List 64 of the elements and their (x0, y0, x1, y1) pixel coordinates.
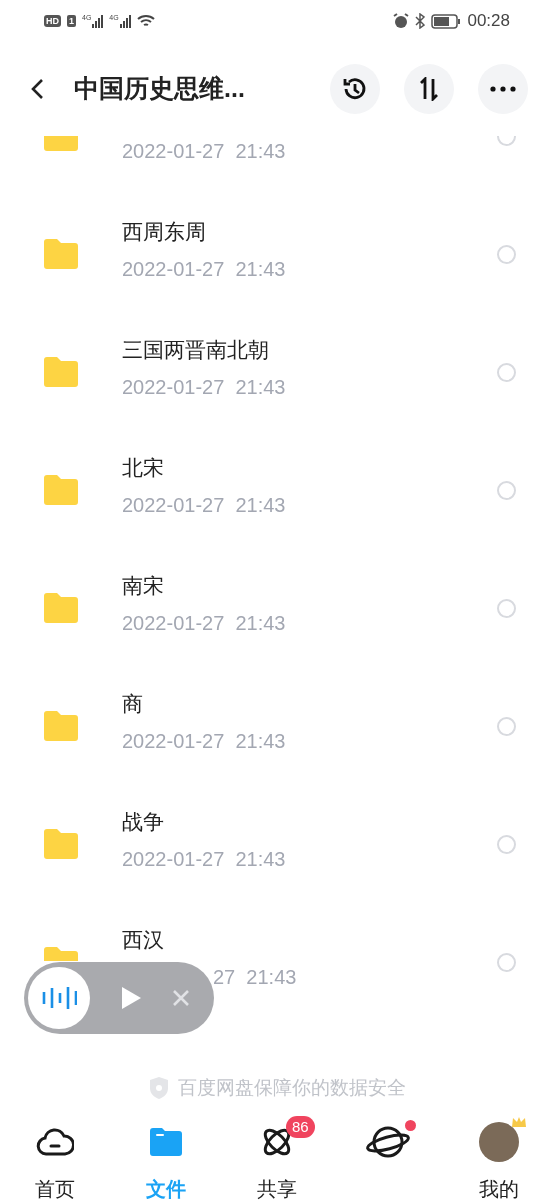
folder-name: 三国两晋南北朝 (122, 337, 270, 363)
nav-tab[interactable]: 首页 (0, 1116, 111, 1200)
nav-tab[interactable]: 86 共享 (221, 1116, 333, 1200)
bluetooth-icon (415, 13, 426, 29)
count-badge: 86 (286, 1116, 315, 1138)
modified-date: 2022-01-27 21:43 (122, 611, 286, 636)
more-icon (490, 86, 516, 92)
folder-icon (42, 828, 80, 860)
folder-name: 南宋 (122, 573, 165, 599)
folder-name: 商 (122, 691, 144, 717)
modified-date: 2022-01-27 21:43 (122, 375, 286, 400)
folder-name: 战争 (122, 809, 165, 835)
select-radio[interactable] (497, 598, 516, 618)
shield-icon (148, 1075, 170, 1100)
sort-button[interactable] (404, 64, 454, 114)
select-radio[interactable] (497, 362, 516, 382)
wifi-icon (136, 14, 155, 28)
modified-date: 2022-01-27 21:43 (122, 729, 286, 754)
file-row[interactable]: 三国两晋南北朝 2022-01-27 21:43 (0, 313, 554, 431)
modified-date: 2022-01-27 21:43 (122, 493, 286, 518)
play-button[interactable] (120, 985, 142, 1011)
history-button[interactable] (330, 64, 380, 114)
modified-date: 2022-01-27 21:43 (122, 139, 286, 164)
file-row[interactable]: 商 2022-01-27 21:43 (0, 667, 554, 785)
nav-tab[interactable]: 我的 (443, 1116, 554, 1200)
close-button[interactable] (172, 989, 190, 1007)
folder-icon (42, 238, 80, 270)
modified-date: 27 21:43 (213, 965, 297, 990)
page-title: 中国历史思维... (74, 73, 246, 105)
folder-icon (42, 474, 80, 506)
folder-name: 西汉 (122, 927, 165, 953)
folder-icon (42, 710, 80, 742)
folder-icon (42, 356, 80, 388)
play-icon (120, 985, 142, 1011)
voice-button[interactable] (28, 967, 90, 1029)
folder-name: 北宋 (122, 455, 165, 481)
select-radio[interactable] (497, 244, 516, 264)
waveform-icon (41, 985, 77, 1011)
modified-date: 2022-01-27 21:43 (122, 257, 286, 282)
planet-icon (365, 1124, 410, 1160)
modified-date: 2022-01-27 21:43 (122, 847, 286, 872)
file-row[interactable]: 北宋 2022-01-27 21:43 (0, 431, 554, 549)
select-radio[interactable] (497, 480, 516, 500)
file-row[interactable]: 南宋 2022-01-27 21:43 (0, 549, 554, 667)
more-button[interactable] (478, 64, 528, 114)
select-radio[interactable] (497, 716, 516, 736)
clock-time: 00:28 (467, 10, 510, 33)
sim-icon: 1 (67, 15, 76, 27)
folder-icon (149, 1127, 184, 1157)
file-row[interactable]: 西周东周 2022-01-27 21:43 (0, 195, 554, 313)
avatar-icon (478, 1122, 519, 1162)
select-radio[interactable] (497, 952, 516, 972)
select-radio[interactable] (497, 834, 516, 854)
file-row[interactable]: 战争 2022-01-27 21:43 (0, 785, 554, 903)
folder-name: 西周东周 (122, 219, 207, 245)
cloud-icon (36, 1127, 75, 1157)
hd-icon: HD (44, 15, 61, 27)
security-note: 百度网盘保障你的数据安全 (178, 1075, 406, 1100)
crown-icon (510, 1116, 527, 1128)
folder-icon (42, 592, 80, 624)
close-icon (172, 989, 190, 1007)
folder-icon (42, 946, 80, 961)
alarm-icon (393, 13, 410, 29)
battery-icon (431, 13, 462, 29)
